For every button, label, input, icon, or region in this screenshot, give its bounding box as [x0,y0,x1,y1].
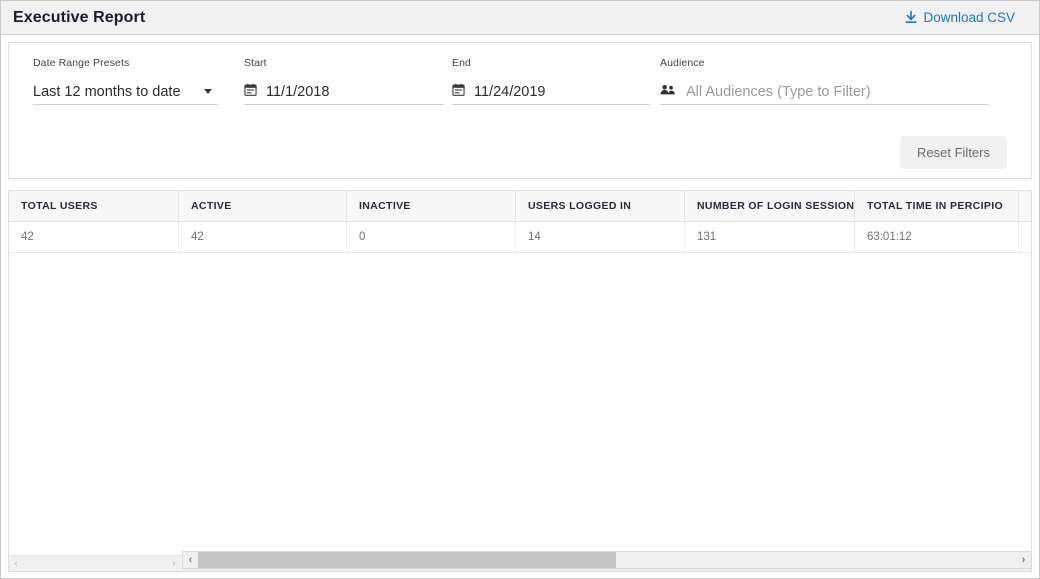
column-header-inactive[interactable]: INACTIVE [347,191,516,221]
date-range-preset-label: Date Range Presets [33,57,130,69]
table-header-row: TOTAL USERS ACTIVE INACTIVE USERS LOGGED… [9,191,1031,222]
column-header-filler [1019,191,1031,221]
end-date-field: End 11/24/2019 [452,53,650,107]
calendar-icon [244,83,257,100]
people-icon [660,84,676,100]
date-range-preset-select[interactable]: Last 12 months to date [33,79,218,105]
audience-input[interactable]: All Audiences (Type to Filter) [660,79,989,105]
cell-total-users: 42 [9,222,179,252]
audience-placeholder: All Audiences (Type to Filter) [686,83,871,100]
page-scroll-thumb[interactable] [198,552,616,568]
cell-total-time: 63:01:12 [855,222,1019,252]
page-title: Executive Report [13,8,146,26]
page-scroll-right-arrow-icon[interactable]: › [1016,552,1031,568]
start-date-value: 11/1/2018 [266,83,330,100]
audience-label: Audience [660,57,705,69]
cell-filler [1019,222,1031,252]
reset-filters-wrap: Reset Filters [900,136,1007,169]
table-row[interactable]: 42 42 0 14 131 63:01:12 [9,222,1031,253]
page-scroll-track[interactable] [198,552,1016,568]
download-icon [905,11,918,24]
cell-login-sessions: 131 [685,222,855,252]
date-range-preset-value: Last 12 months to date [33,83,181,100]
column-header-users-logged-in[interactable]: USERS LOGGED IN [516,191,685,221]
cell-users-logged-in: 14 [516,222,685,252]
metrics-table-panel: TOTAL USERS ACTIVE INACTIVE USERS LOGGED… [8,190,1032,572]
start-date-field: Start 11/1/2018 [244,53,444,107]
page-header: Executive Report Download CSV [1,1,1039,35]
start-date-input[interactable]: 11/1/2018 [244,79,444,105]
audience-field: Audience All Audiences (Type to Filter) [660,53,989,107]
end-date-value: 11/24/2019 [474,83,546,100]
reset-filters-button[interactable]: Reset Filters [900,136,1007,169]
end-date-input[interactable]: 11/24/2019 [452,79,650,105]
column-header-total-users[interactable]: TOTAL USERS [9,191,179,221]
table-body: 42 42 0 14 131 63:01:12 [9,222,1031,555]
download-csv-label: Download CSV [923,10,1015,25]
end-date-label: End [452,57,471,69]
scroll-right-arrow-icon[interactable]: › [167,556,181,572]
cell-inactive: 0 [347,222,516,252]
column-header-total-time[interactable]: TOTAL TIME IN PERCIPIO [855,191,1019,221]
filter-panel: Date Range Presets Last 12 months to dat… [8,42,1032,179]
download-csv-button[interactable]: Download CSV [905,10,1029,25]
date-range-preset-field: Date Range Presets Last 12 months to dat… [33,53,218,107]
cell-active: 42 [179,222,347,252]
chevron-down-icon [204,89,212,94]
column-header-active[interactable]: ACTIVE [179,191,347,221]
start-date-label: Start [244,57,267,69]
executive-report-page: Executive Report Download CSV Date Range… [0,0,1040,579]
filters-row: Date Range Presets Last 12 months to dat… [9,43,1031,107]
page-scroll-left-arrow-icon[interactable]: ‹ [183,552,198,568]
calendar-icon [452,83,465,100]
page-horizontal-scrollbar[interactable]: ‹ › [182,551,1032,569]
inner-horizontal-scrollbar[interactable]: ‹ › [9,555,181,571]
scroll-left-arrow-icon[interactable]: ‹ [9,556,23,572]
column-header-login-sessions[interactable]: NUMBER OF LOGIN SESSIONS [685,191,855,221]
